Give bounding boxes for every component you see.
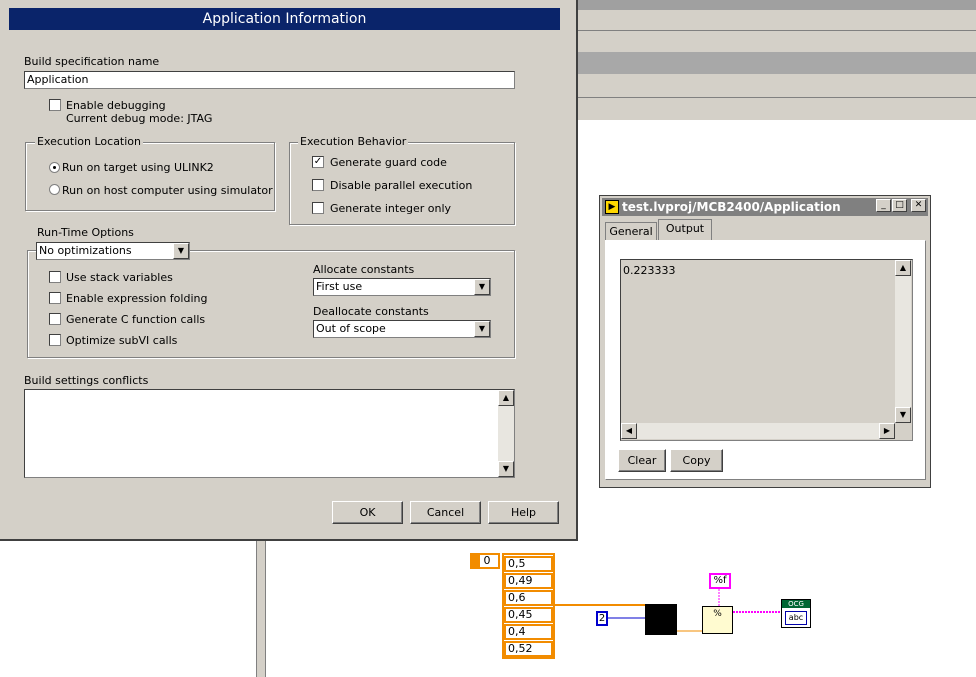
string-output-indicator[interactable]: OCG abc (781, 599, 811, 628)
numeric-constant[interactable]: 2 (596, 611, 608, 626)
format-node-symbol: % (713, 609, 722, 619)
subvi-node[interactable] (645, 604, 677, 635)
format-into-string-node[interactable]: % (702, 606, 733, 634)
format-string-constant[interactable]: %f (709, 573, 731, 589)
indicator-header: OCG (782, 600, 810, 608)
indicator-text: abc (785, 611, 807, 625)
diagram-wires (555, 589, 781, 632)
